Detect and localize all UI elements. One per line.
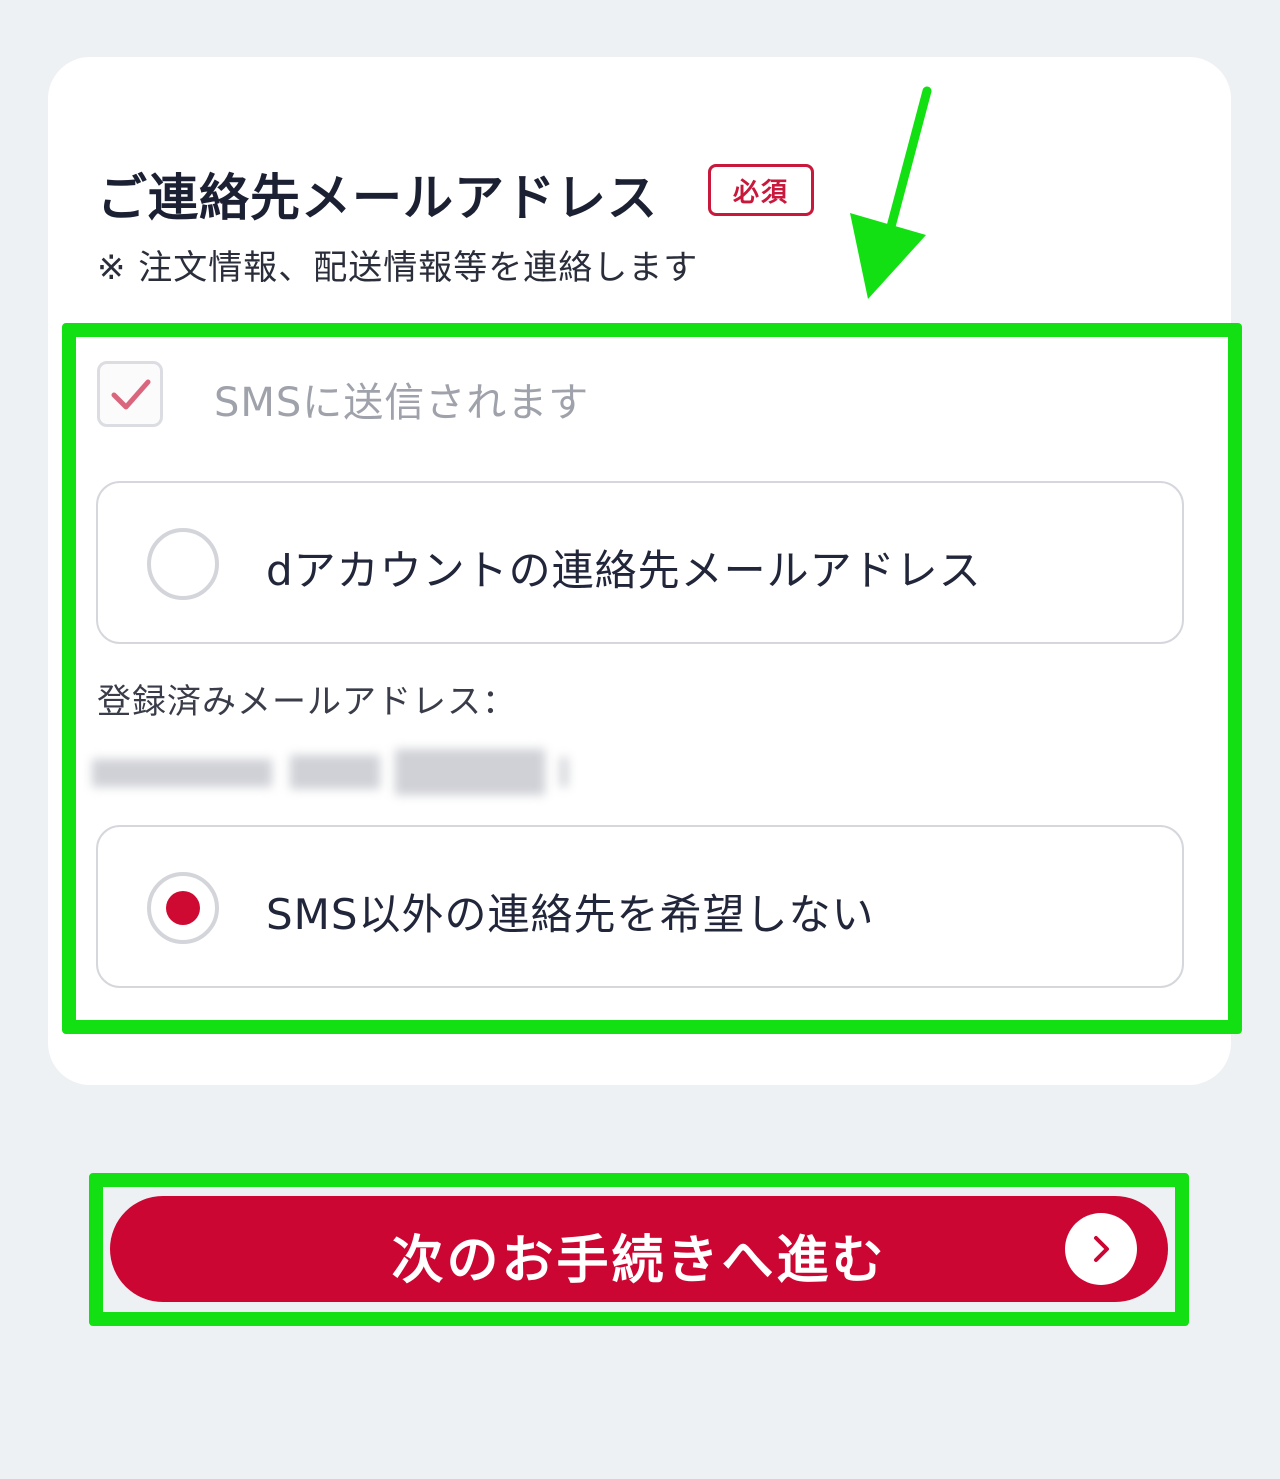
option-label: dアカウントの連絡先メールアドレス — [266, 546, 982, 595]
next-step-label: 次のお手続きへ進む — [391, 1232, 887, 1290]
radio-daccount-email[interactable] — [147, 528, 219, 600]
required-badge: 必須 — [708, 164, 814, 216]
option-daccount-email[interactable]: dアカウントの連絡先メールアドレス — [96, 481, 1184, 644]
next-step-button[interactable]: 次のお手続きへ進む — [110, 1196, 1168, 1302]
registered-email-label: 登録済みメールアドレス： — [97, 682, 517, 722]
section-note: ※ 注文情報、配送情報等を連絡します — [97, 248, 699, 288]
radio-no-contact-except-sms[interactable] — [147, 872, 219, 944]
chevron-right-icon — [1065, 1213, 1137, 1285]
arrow-down-icon — [850, 86, 932, 299]
option-label: SMS以外の連絡先を希望しない — [266, 890, 875, 939]
sms-checkbox-label: SMSに送信されます — [214, 380, 590, 426]
radio-selected-dot — [166, 891, 200, 925]
registered-email-value-redacted — [90, 745, 570, 803]
sms-checkbox[interactable] — [97, 361, 163, 427]
option-no-contact-except-sms[interactable]: SMS以外の連絡先を希望しない — [96, 825, 1184, 988]
check-icon — [111, 379, 151, 410]
section-title: ご連絡先メールアドレス — [97, 169, 658, 227]
